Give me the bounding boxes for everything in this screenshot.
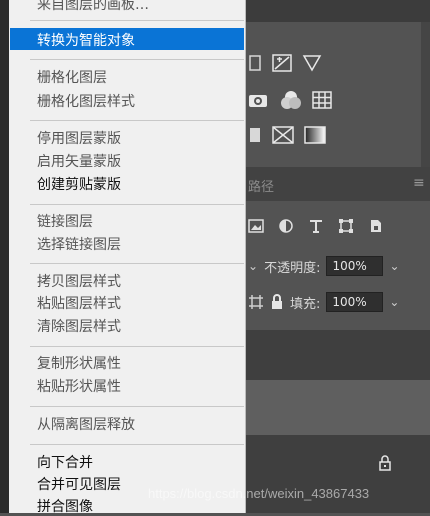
menu-item-artboard-from-layers[interactable]: 来自图层的画板… [37,0,149,14]
fill-row: 填充: 100% ⌄ [248,292,399,312]
layer-row-empty[interactable] [246,330,430,380]
menu-item-create-clipping-mask[interactable]: 创建剪贴蒙版 [37,174,121,194]
menu-item-paste-shape-attributes[interactable]: 粘贴形状属性 [37,376,121,396]
menu-separator [30,444,244,445]
opacity-chevron-icon[interactable]: ⌄ [389,259,399,273]
menu-item-convert-smart-object[interactable]: 转换为智能对象 [37,30,135,50]
opacity-label: 不透明度: [264,260,321,276]
exposure-icon[interactable] [272,54,292,72]
menu-item-link-layers[interactable]: 链接图层 [37,211,93,231]
lock-all-icon[interactable] [270,294,284,310]
image-filter-icon[interactable] [248,219,264,233]
menu-item-rasterize-layer-style[interactable]: 栅格化图层样式 [37,91,135,111]
tab-paths[interactable]: 路径 [248,176,274,195]
menu-item-copy-layer-style[interactable]: 拷贝图层样式 [37,271,121,291]
threshold-icon[interactable] [272,126,294,144]
menu-item-release-from-isolation[interactable]: 从隔离图层释放 [37,414,135,434]
menu-separator [30,59,244,60]
panel-menu-icon[interactable]: ≡ [413,175,425,191]
blend-mode-chevron-icon[interactable]: ⌄ [248,259,258,273]
layer-row-selected[interactable] [246,380,430,435]
smart-object-filter-icon[interactable] [368,218,384,234]
gradient-map-triangle-icon[interactable] [302,54,322,72]
menu-left-edge [0,0,9,513]
photo-filter-icon[interactable] [248,91,270,109]
fill-field[interactable]: 100% [326,292,384,312]
gradient-map-icon[interactable] [304,126,326,144]
adjustments-row-1 [248,54,322,72]
adjustments-row-3 [248,126,326,144]
type-filter-icon[interactable] [308,218,324,234]
invert-partial-icon[interactable] [248,126,262,144]
layer-filter-row [248,218,384,234]
menu-item-disable-layer-mask[interactable]: 停用图层蒙版 [37,128,121,148]
shape-filter-icon[interactable] [338,218,354,234]
menu-item-flatten-image[interactable]: 拼合图像 [37,496,93,516]
menu-separator [30,20,244,21]
menu-separator [30,263,244,264]
panel-top-strip [246,0,430,22]
menu-item-merge-visible[interactable]: 合并可见图层 [37,474,121,494]
fill-label: 填充: [290,296,321,312]
menu-separator [30,406,244,407]
menu-item-merge-down[interactable]: 向下合并 [37,452,93,472]
menu-item-rasterize-layer[interactable]: 栅格化图层 [37,67,107,87]
menu-item-clear-layer-style[interactable]: 清除图层样式 [37,316,121,336]
menu-item-paste-layer-style[interactable]: 粘贴图层样式 [37,293,121,313]
watermark-text: https://blog.csdn.net/weixin_43867433 [148,486,370,501]
layer-row-background[interactable] [246,435,430,513]
opacity-field[interactable]: 100% [326,256,384,276]
menu-separator [30,120,244,121]
panel-scrollbar[interactable] [421,22,430,172]
menu-item-enable-vector-mask[interactable]: 启用矢量蒙版 [37,151,121,171]
lock-artboard-icon[interactable] [248,294,264,310]
menu-item-copy-shape-attributes[interactable]: 复制形状属性 [37,353,121,373]
background-lock-icon [379,455,391,471]
channel-mixer-icon[interactable] [280,90,302,110]
adjustment-filter-icon[interactable] [278,218,294,234]
opacity-row: ⌄ 不透明度: 100% ⌄ [248,256,400,276]
color-lookup-grid-icon[interactable] [312,91,334,109]
menu-item-select-linked-layers[interactable]: 选择链接图层 [37,234,121,254]
adjustments-row-2 [248,90,334,110]
fill-chevron-icon[interactable]: ⌄ [389,295,399,309]
menu-separator [30,204,244,205]
layer-context-menu: 来自图层的画板… 转换为智能对象 栅格化图层 栅格化图层样式 停用图层蒙版 启用… [0,0,246,516]
menu-separator [30,346,244,347]
partial-icon[interactable] [248,54,262,72]
